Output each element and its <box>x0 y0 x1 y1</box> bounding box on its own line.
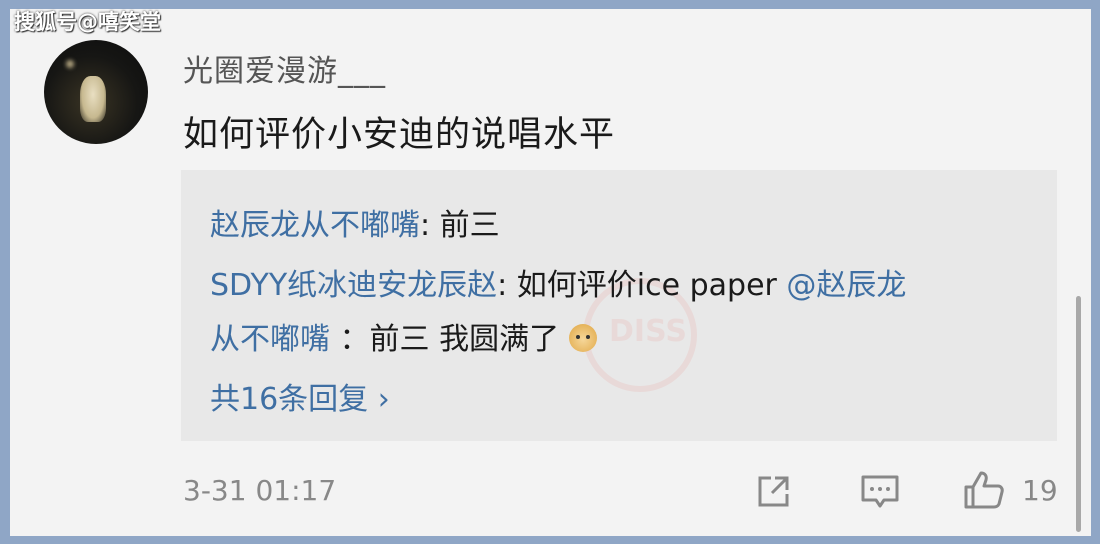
avatar-figure <box>80 76 106 122</box>
reply-item: 赵辰龙从不嘟嘴: 前三 <box>210 200 500 244</box>
reply-author[interactable]: 赵辰龙从不嘟嘴 <box>210 208 420 243</box>
scrollbar[interactable] <box>1076 296 1081 532</box>
more-replies-link[interactable]: 共16条回复 › <box>210 374 390 418</box>
replies-panel: DISS 赵辰龙从不嘟嘴: 前三 SDYY纸冰迪安龙辰赵: 如何评价ice pa… <box>181 170 1057 441</box>
reply-author[interactable]: SDYY纸冰迪安龙辰赵 <box>210 268 497 303</box>
reply-mention[interactable]: @赵辰龙 <box>786 268 906 303</box>
reply-item: SDYY纸冰迪安龙辰赵: 如何评价ice paper @赵辰龙 <box>210 260 906 304</box>
reply-text: : 前三 <box>420 208 500 243</box>
comment-icon[interactable] <box>859 472 901 512</box>
avatar[interactable] <box>44 40 148 144</box>
reply-mention-cont[interactable]: 从不嘟嘴 <box>210 322 330 357</box>
reply-item-continued: 从不嘟嘴 ：前三 我圆满了 <box>210 314 597 358</box>
like-icon[interactable] <box>962 468 1006 512</box>
reply-text: : 如何评价ice paper <box>497 268 787 303</box>
username[interactable]: 光圈爱漫游___ <box>183 46 386 90</box>
like-count: 19 <box>1022 474 1058 507</box>
avatar-light <box>66 60 74 68</box>
watermark: 搜狐号@嘻笑堂 <box>14 10 161 34</box>
doge-emoji-icon <box>568 324 597 352</box>
seal-text: DISS <box>609 314 687 349</box>
comment-text: 如何评价小安迪的说唱水平 <box>183 115 616 155</box>
share-icon[interactable] <box>755 472 793 510</box>
timestamp: 3-31 01:17 <box>183 474 337 507</box>
reply-text: ：前三 我圆满了 <box>330 322 560 357</box>
